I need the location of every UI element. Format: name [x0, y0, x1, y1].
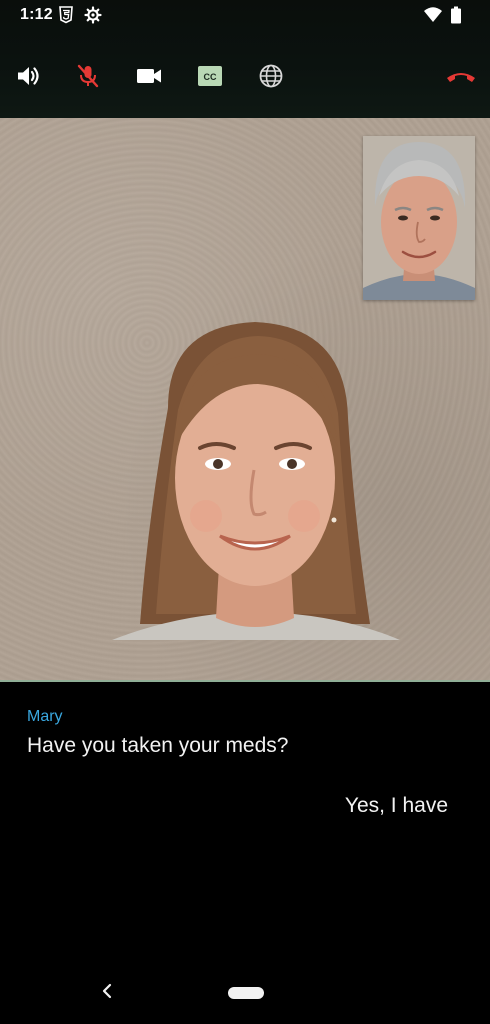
self-view-preview[interactable]: [363, 136, 475, 300]
caption-speaker-name: Mary: [27, 708, 63, 725]
wifi-icon: [423, 6, 443, 24]
remote-participant-portrait: [108, 318, 402, 646]
hang-up-icon: [445, 66, 477, 86]
battery-icon: [450, 6, 462, 24]
top-chrome: 1:12 CC: [0, 0, 490, 118]
closed-captions-button[interactable]: CC: [190, 56, 230, 96]
settings-gear-icon: [84, 6, 102, 24]
video-call-screen: 1:12 CC Mary Have you taken your meds? Y…: [0, 0, 490, 1024]
home-pill-icon[interactable]: [228, 987, 264, 999]
svg-text:CC: CC: [204, 72, 217, 82]
end-call-button[interactable]: [441, 56, 481, 96]
status-bar: 1:12: [0, 0, 490, 30]
volume-up-icon: [15, 63, 41, 89]
caption-remote-message: Have you taken your meds?: [27, 734, 289, 757]
speaker-button[interactable]: [8, 56, 48, 96]
language-button[interactable]: [251, 56, 291, 96]
status-time: 1:12: [20, 6, 53, 23]
videocam-icon: [135, 65, 163, 87]
remote-video-feed[interactable]: [0, 118, 490, 682]
cc-icon: CC: [197, 65, 223, 87]
camera-button[interactable]: [129, 56, 169, 96]
caption-self-message: Yes, I have: [344, 794, 448, 817]
globe-icon: [258, 63, 284, 89]
call-toolbar: CC: [0, 56, 490, 96]
back-chevron-icon: [101, 983, 113, 1004]
system-navigation-bar: [0, 960, 490, 1024]
mic-off-icon: [75, 63, 101, 89]
back-button[interactable]: [96, 982, 118, 1004]
captions-panel: Mary Have you taken your meds? Yes, I ha…: [0, 682, 490, 942]
html5-icon: [57, 6, 75, 24]
mute-microphone-button[interactable]: [68, 56, 108, 96]
